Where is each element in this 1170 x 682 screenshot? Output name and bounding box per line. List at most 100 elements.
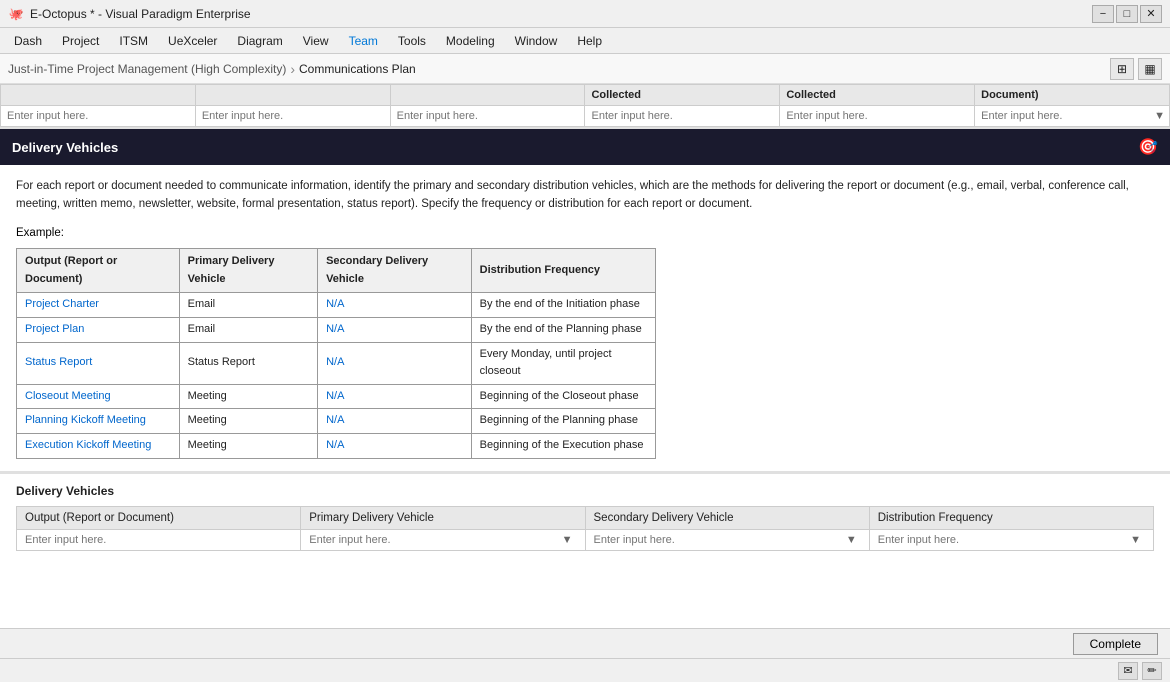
example-table: Output (Report or Document) Primary Deli… <box>16 248 656 458</box>
table-row: Planning Kickoff MeetingMeetingN/ABeginn… <box>17 409 656 434</box>
description-area: For each report or document needed to co… <box>0 165 1170 472</box>
table-row: Status ReportStatus ReportN/AEvery Monda… <box>17 342 656 384</box>
example-frequency-cell: By the end of the Planning phase <box>471 317 655 342</box>
example-output-cell: Status Report <box>17 342 180 384</box>
edit-icon-button[interactable]: ✏ <box>1142 662 1162 680</box>
menu-project[interactable]: Project <box>52 32 109 50</box>
delivery-input-primary[interactable]: ▼ <box>301 529 585 550</box>
complete-button[interactable]: Complete <box>1073 633 1158 655</box>
top-table-section: Collected Collected Document) ▼ <box>0 84 1170 129</box>
app-icon: 🐙 <box>8 6 24 22</box>
delivery-col-3: Secondary Delivery Vehicle <box>585 506 869 529</box>
breadcrumb-grid-icon[interactable]: ⊞ <box>1110 58 1134 80</box>
table-row: Project PlanEmailN/ABy the end of the Pl… <box>17 317 656 342</box>
example-col-4: Distribution Frequency <box>471 249 655 293</box>
menu-team[interactable]: Team <box>339 32 388 50</box>
delivery-input-table: Output (Report or Document) Primary Deli… <box>16 506 1154 551</box>
example-label: Example: <box>16 224 1154 242</box>
menu-view[interactable]: View <box>293 32 339 50</box>
delivery-input-section: Delivery Vehicles Output (Report or Docu… <box>0 472 1170 561</box>
input-field-1[interactable] <box>7 110 189 122</box>
col-header-1 <box>1 85 196 106</box>
table-row: Execution Kickoff MeetingMeetingN/ABegin… <box>17 433 656 458</box>
cell-input-4[interactable] <box>585 106 780 127</box>
close-button[interactable]: ✕ <box>1140 5 1162 23</box>
breadcrumb-project[interactable]: Just-in-Time Project Management (High Co… <box>8 62 286 76</box>
input-field-3[interactable] <box>397 110 579 122</box>
example-frequency-cell: Beginning of the Closeout phase <box>471 384 655 409</box>
delivery-output-input[interactable] <box>25 534 292 546</box>
example-output-cell: Closeout Meeting <box>17 384 180 409</box>
col-header-2 <box>195 85 390 106</box>
col-header-3 <box>390 85 585 106</box>
example-primary-cell: Meeting <box>179 433 317 458</box>
menu-window[interactable]: Window <box>505 32 568 50</box>
description-text: For each report or document needed to co… <box>16 177 1154 214</box>
app-title: E-Octopus * - Visual Paradigm Enterprise <box>30 7 1092 21</box>
primary-dropdown-arrow-icon: ▼ <box>562 534 573 546</box>
menu-itsm[interactable]: ITSM <box>109 32 158 50</box>
example-frequency-cell: Beginning of the Planning phase <box>471 409 655 434</box>
breadcrumb-current: Communications Plan <box>299 62 416 76</box>
edit-icon: ✏ <box>1147 664 1156 677</box>
delivery-col-4: Distribution Frequency <box>869 506 1153 529</box>
example-output-cell: Execution Kickoff Meeting <box>17 433 180 458</box>
menu-diagram[interactable]: Diagram <box>227 32 292 50</box>
secondary-dropdown-arrow-icon: ▼ <box>846 534 857 546</box>
example-frequency-cell: Beginning of the Execution phase <box>471 433 655 458</box>
delivery-col-2: Primary Delivery Vehicle <box>301 506 585 529</box>
example-secondary-cell: N/A <box>318 433 472 458</box>
cell-input-1[interactable] <box>1 106 196 127</box>
delivery-primary-input[interactable] <box>309 534 558 546</box>
cell-input-5[interactable] <box>780 106 975 127</box>
breadcrumb-actions: ⊞ ▦ <box>1110 58 1162 80</box>
top-input-table: Collected Collected Document) ▼ <box>0 84 1170 127</box>
main-content: Collected Collected Document) ▼ <box>0 84 1170 628</box>
breadcrumb-separator: › <box>290 61 295 77</box>
table-row: ▼ <box>1 106 1170 127</box>
delivery-secondary-input[interactable] <box>594 534 843 546</box>
example-frequency-cell: Every Monday, until project closeout <box>471 342 655 384</box>
input-field-6[interactable] <box>981 110 1163 122</box>
delivery-vehicles-header: Delivery Vehicles 🎯 <box>0 129 1170 165</box>
cell-input-3[interactable] <box>390 106 585 127</box>
example-col-3: Secondary Delivery Vehicle <box>318 249 472 293</box>
email-icon: ✉ <box>1123 664 1132 677</box>
bottom-bar: Complete <box>0 628 1170 658</box>
delivery-input-secondary[interactable]: ▼ <box>585 529 869 550</box>
maximize-button[interactable]: □ <box>1116 5 1138 23</box>
example-primary-cell: Meeting <box>179 409 317 434</box>
example-primary-cell: Meeting <box>179 384 317 409</box>
example-secondary-cell: N/A <box>318 384 472 409</box>
cell-input-2[interactable] <box>195 106 390 127</box>
col-header-document: Document) <box>975 85 1170 106</box>
delivery-input-frequency[interactable]: ▼ <box>869 529 1153 550</box>
example-secondary-cell: N/A <box>318 317 472 342</box>
example-primary-cell: Status Report <box>179 342 317 384</box>
delivery-frequency-input[interactable] <box>878 534 1127 546</box>
cell-input-6[interactable]: ▼ <box>975 106 1170 127</box>
menu-tools[interactable]: Tools <box>388 32 436 50</box>
dropdown-arrow-icon: ▼ <box>1154 110 1165 122</box>
menu-modeling[interactable]: Modeling <box>436 32 505 50</box>
menu-dash[interactable]: Dash <box>4 32 52 50</box>
delivery-input-row: ▼ ▼ ▼ <box>17 529 1154 550</box>
example-primary-cell: Email <box>179 317 317 342</box>
delivery-vehicles-icon: 🎯 <box>1138 137 1158 157</box>
email-icon-button[interactable]: ✉ <box>1118 662 1138 680</box>
example-secondary-cell: N/A <box>318 409 472 434</box>
input-field-2[interactable] <box>202 110 384 122</box>
minimize-button[interactable]: − <box>1092 5 1114 23</box>
delivery-input-output[interactable] <box>17 529 301 550</box>
example-output-cell: Project Charter <box>17 293 180 318</box>
example-primary-cell: Email <box>179 293 317 318</box>
menu-uexceler[interactable]: UeXceler <box>158 32 227 50</box>
menu-help[interactable]: Help <box>567 32 612 50</box>
table-row: Project CharterEmailN/ABy the end of the… <box>17 293 656 318</box>
delivery-col-1: Output (Report or Document) <box>17 506 301 529</box>
input-field-4[interactable] <box>591 110 773 122</box>
input-field-5[interactable] <box>786 110 968 122</box>
example-col-2: Primary Delivery Vehicle <box>179 249 317 293</box>
breadcrumb-view-icon[interactable]: ▦ <box>1138 58 1162 80</box>
window-controls: − □ ✕ <box>1092 5 1162 23</box>
